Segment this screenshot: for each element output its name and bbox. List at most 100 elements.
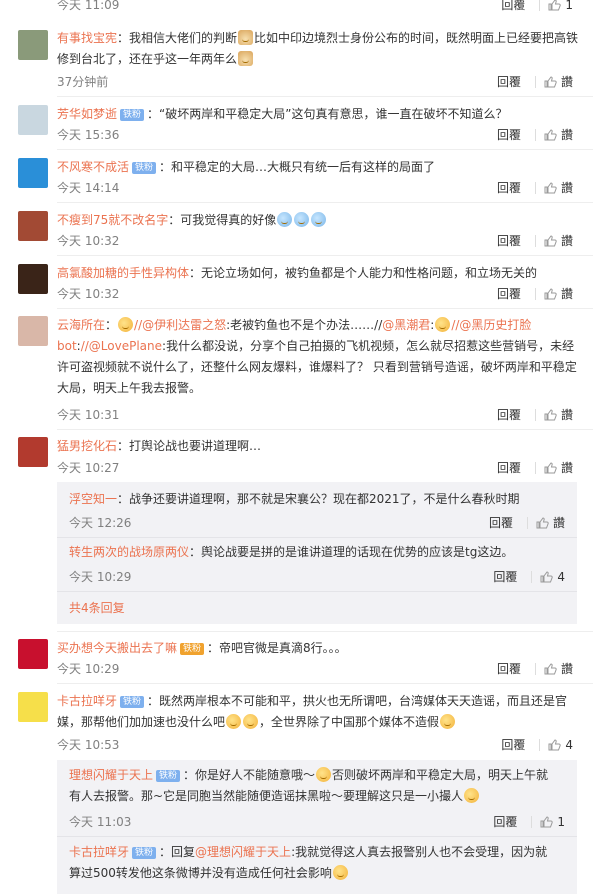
- like-label[interactable]: 讚: [561, 459, 573, 476]
- like-icon[interactable]: [544, 234, 557, 247]
- sub-comment-list: 浮空知一：战争还要讲道理啊，那不就是宋襄公？现在都2021了，不是什么春秋时期 …: [57, 482, 577, 624]
- user-name[interactable]: 卡古拉咩牙: [69, 845, 129, 859]
- avatar[interactable]: [18, 692, 48, 722]
- mention-link[interactable]: //@伊利达雷之怒: [134, 318, 226, 332]
- reply-button[interactable]: 回覆: [493, 568, 517, 585]
- like-label[interactable]: 讚: [561, 232, 573, 249]
- user-name[interactable]: 卡古拉咩牙: [57, 694, 117, 708]
- reply-button[interactable]: 回覆: [497, 459, 521, 476]
- like-icon[interactable]: [548, 738, 562, 751]
- comment-time: 今天 10:27: [57, 461, 120, 475]
- more-replies-link[interactable]: 共4条回复: [69, 599, 125, 616]
- smile-emoji-icon: [464, 788, 480, 803]
- avatar[interactable]: [18, 30, 48, 60]
- like-count: 4: [565, 737, 573, 752]
- reply-button[interactable]: 回覆: [489, 514, 513, 531]
- sub-comment-time: 今天 12:26: [69, 516, 132, 530]
- like-label[interactable]: 讚: [561, 285, 573, 302]
- like-label[interactable]: 讚: [561, 406, 573, 423]
- smile-emoji-icon: [332, 865, 348, 880]
- user-name[interactable]: 不风寒不成活: [57, 160, 129, 174]
- avatar[interactable]: [18, 158, 48, 188]
- like-icon[interactable]: [544, 181, 557, 194]
- like-label[interactable]: 讚: [553, 514, 565, 531]
- avatar[interactable]: [18, 264, 48, 294]
- like-icon[interactable]: [540, 570, 554, 583]
- avatar[interactable]: [18, 639, 48, 669]
- reply-button[interactable]: 回覆: [501, 0, 525, 13]
- reply-button[interactable]: 回覆: [497, 406, 521, 423]
- fan-badge: 铁粉: [180, 643, 205, 655]
- fan-badge: 铁粉: [132, 162, 157, 174]
- smile-emoji-icon: [118, 317, 134, 332]
- comment-text: 高氯酸加糖的手性异构体：无论立场如何，被钓鱼都是个人能力和性格问题，和立场无关的: [57, 266, 538, 280]
- comment-actions: 回覆 讚: [497, 406, 573, 423]
- comment-time: 今天 11:09: [57, 0, 120, 12]
- sub-comment-time: 今天 11:03: [69, 815, 132, 829]
- user-name[interactable]: 高氯酸加糖的手性异构体: [57, 266, 189, 280]
- comment-text: 猛男挖化石：打舆论战也要讲道理啊…: [57, 439, 262, 453]
- mention-link[interactable]: @黑潮君: [382, 318, 430, 332]
- crying-emoji-icon: [311, 212, 327, 227]
- comment-time: 今天 10:32: [57, 287, 120, 301]
- comment-actions: 回覆 讚: [497, 232, 573, 249]
- user-name[interactable]: 理想闪耀于天上: [69, 768, 153, 782]
- comment-actions: 回覆 1: [501, 0, 573, 13]
- reply-button[interactable]: 回覆: [497, 179, 521, 196]
- reply-button[interactable]: 回覆: [497, 126, 521, 143]
- user-name[interactable]: 买办想今天搬出去了嘛: [57, 641, 177, 655]
- user-name[interactable]: 浮空知一: [69, 492, 117, 506]
- like-icon[interactable]: [548, 0, 562, 11]
- reply-button[interactable]: 回覆: [497, 660, 521, 677]
- like-icon[interactable]: [544, 408, 557, 421]
- like-count: 4: [557, 569, 565, 584]
- fan-badge: 铁粉: [132, 847, 157, 859]
- user-name[interactable]: 云海所在: [57, 318, 105, 332]
- sub-comment-time: 今天 10:29: [69, 570, 132, 584]
- like-icon[interactable]: [544, 128, 557, 141]
- like-icon[interactable]: [544, 461, 557, 474]
- fan-badge: 铁粉: [120, 109, 145, 121]
- like-icon[interactable]: [544, 287, 557, 300]
- reply-button[interactable]: 回覆: [493, 813, 517, 830]
- user-name[interactable]: 转生两次的战场原两仪: [69, 545, 189, 559]
- avatar[interactable]: [18, 437, 48, 467]
- like-label[interactable]: 讚: [561, 73, 573, 90]
- cat-emoji-icon: [238, 30, 254, 45]
- comment-time: 今天 10:53: [57, 738, 120, 752]
- user-name[interactable]: 不瘦到75就不改名字: [57, 213, 168, 227]
- comment-text: 有事找宝宪：我相信大佬们的判断 比如中印边境烈士身份公布的时间，既然明面上已经要把…: [57, 30, 579, 66]
- avatar[interactable]: [18, 105, 48, 135]
- mention-link[interactable]: @理想闪耀于天上: [195, 845, 291, 859]
- reply-button[interactable]: 回覆: [497, 232, 521, 249]
- avatar[interactable]: [18, 316, 48, 346]
- user-name[interactable]: 芳华如梦逝: [57, 107, 117, 121]
- sub-comment-text: 转生两次的战场原两仪：舆论战要是拼的是谁讲道理的话现在优势的应该是tg这边。: [69, 545, 514, 559]
- user-name[interactable]: 有事找宝宪: [57, 31, 117, 45]
- like-count: 1: [557, 814, 565, 829]
- comment-time: 今天 14:14: [57, 181, 120, 195]
- reply-button[interactable]: 回覆: [497, 285, 521, 302]
- like-icon[interactable]: [536, 516, 549, 529]
- like-label[interactable]: 讚: [561, 179, 573, 196]
- sub-comment-actions: 回覆 1: [493, 813, 565, 830]
- cat-emoji-icon: [238, 51, 254, 66]
- fan-badge: 铁粉: [156, 770, 181, 782]
- reply-button[interactable]: 回覆: [501, 736, 525, 753]
- comment-actions: 回覆 讚: [497, 660, 573, 677]
- sub-comment-actions: 回覆 4: [493, 568, 565, 585]
- comment-time: 今天 10:31: [57, 408, 120, 422]
- comment-text: 芳华如梦逝 铁粉 ：“破坏两岸和平稳定大局”这句真有意思，谁一直在破坏不知道么？: [57, 107, 508, 121]
- like-icon[interactable]: [540, 815, 554, 828]
- avatar[interactable]: [18, 211, 48, 241]
- mention-link[interactable]: //@LovePlane: [81, 339, 162, 353]
- reply-button[interactable]: 回覆: [497, 73, 521, 90]
- like-label[interactable]: 讚: [561, 660, 573, 677]
- like-icon[interactable]: [544, 75, 557, 88]
- user-name[interactable]: 猛男挖化石: [57, 439, 117, 453]
- comment-actions: 回覆 讚: [497, 285, 573, 302]
- comment-time: 今天 15:36: [57, 128, 120, 142]
- smile-emoji-icon: [243, 714, 259, 729]
- like-icon[interactable]: [544, 662, 557, 675]
- like-label[interactable]: 讚: [561, 126, 573, 143]
